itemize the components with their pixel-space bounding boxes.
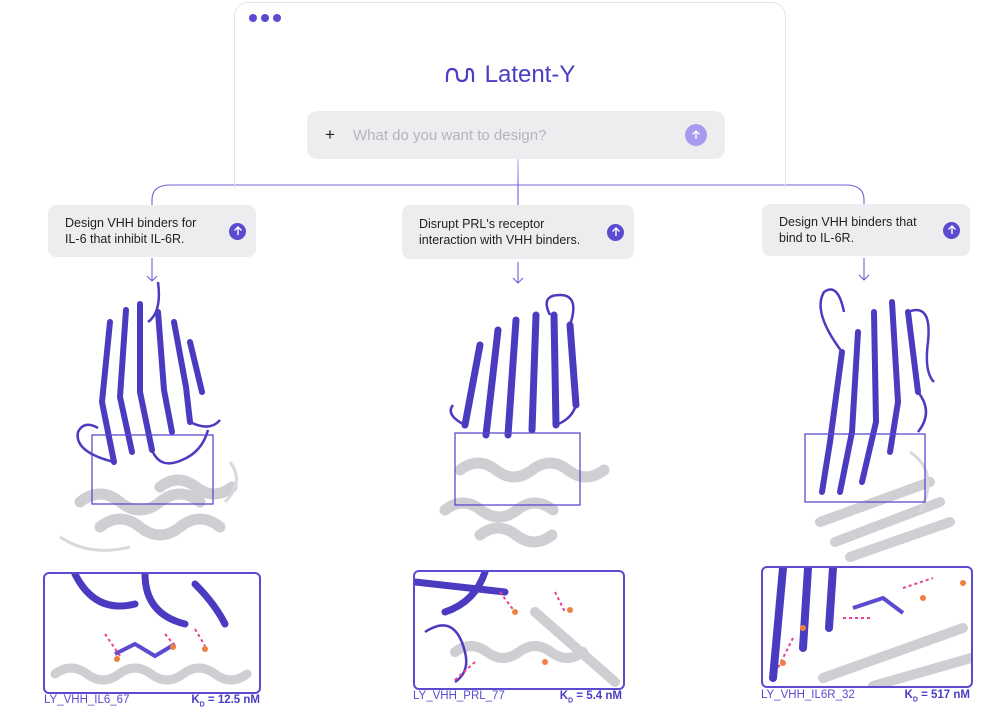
binder-caption-il6: LY_VHH_IL6_67 KD = 12.5 nM — [44, 694, 260, 708]
arrow-up-icon — [233, 226, 242, 235]
kd-symbol: K — [191, 694, 200, 706]
prompt-line: interaction with VHH binders. — [419, 233, 581, 247]
kd-symbol: K — [559, 690, 569, 702]
window-controls — [249, 14, 281, 22]
kd-subscript: D — [199, 701, 205, 709]
send-button[interactable] — [607, 223, 624, 241]
kd-number: = 5.4 nM — [576, 690, 622, 702]
app-window: Latent-Y + — [234, 2, 786, 188]
protein-structure-il6 — [59, 282, 238, 552]
brand: Latent-Y — [235, 61, 785, 89]
window-dot[interactable] — [249, 14, 257, 22]
prompt-line: bind to IL-6R. — [779, 231, 855, 245]
kd-number: = 12.5 nM — [207, 694, 260, 706]
prompt-line: Design VHH binders that — [779, 215, 917, 229]
kd-subscript: D — [568, 697, 574, 705]
prompt-card-il6r[interactable]: Design VHH binders that bind to IL-6R. — [762, 204, 970, 256]
interface-zoom-il6 — [43, 572, 261, 694]
binder-caption-il6r: LY_VHH_IL6R_32 KD = 517 nM — [761, 689, 970, 703]
arrow-up-icon — [611, 227, 620, 236]
interface-zoom-il6r — [761, 566, 973, 688]
prompt-card-text: Disrupt PRL's receptor interaction with … — [419, 216, 599, 248]
kd-value: KD = 517 nM — [905, 689, 970, 703]
kd-value: KD = 5.4 nM — [560, 690, 622, 704]
send-button[interactable] — [943, 221, 960, 239]
binder-id: LY_VHH_IL6R_32 — [761, 689, 855, 701]
plus-icon[interactable]: + — [325, 125, 339, 145]
interface-detail-image — [769, 568, 971, 686]
prompt-card-prl[interactable]: Disrupt PRL's receptor interaction with … — [402, 205, 634, 259]
send-button[interactable] — [685, 124, 707, 146]
send-button[interactable] — [229, 222, 246, 240]
design-input[interactable] — [351, 125, 685, 145]
protein-structure-prl — [439, 293, 610, 548]
prompt-line: Disrupt PRL's receptor — [419, 217, 545, 231]
window-dot[interactable] — [261, 14, 269, 22]
kd-number: = 517 nM — [921, 689, 970, 701]
prompt-card-il6[interactable]: Design VHH binders for IL-6 that inhibit… — [48, 205, 256, 257]
protein-structure-il6r — [804, 288, 955, 562]
window-dot[interactable] — [273, 14, 281, 22]
binder-caption-prl: LY_VHH_PRL_77 KD = 5.4 nM — [413, 690, 622, 704]
kd-subscript: D — [912, 696, 918, 704]
arrow-up-icon — [947, 225, 956, 234]
binder-id: LY_VHH_IL6_67 — [44, 694, 130, 706]
kd-symbol: K — [904, 689, 913, 701]
wave-logo-icon — [445, 67, 474, 83]
kd-value: KD = 12.5 nM — [191, 694, 260, 708]
prompt-line: Design VHH binders for — [65, 216, 197, 230]
prompt-card-text: Design VHH binders that bind to IL-6R. — [779, 214, 935, 246]
interface-zoom-prl — [413, 570, 625, 690]
brand-name: Latent-Y — [484, 61, 576, 88]
interface-detail-image — [415, 572, 620, 687]
design-prompt: + — [307, 111, 725, 159]
prompt-line: IL-6 that inhibit IL-6R. — [65, 232, 185, 246]
binder-id: LY_VHH_PRL_77 — [413, 690, 505, 702]
interface-detail-image — [50, 574, 252, 685]
arrow-up-icon — [692, 130, 700, 139]
prompt-card-text: Design VHH binders for IL-6 that inhibit… — [65, 215, 221, 247]
